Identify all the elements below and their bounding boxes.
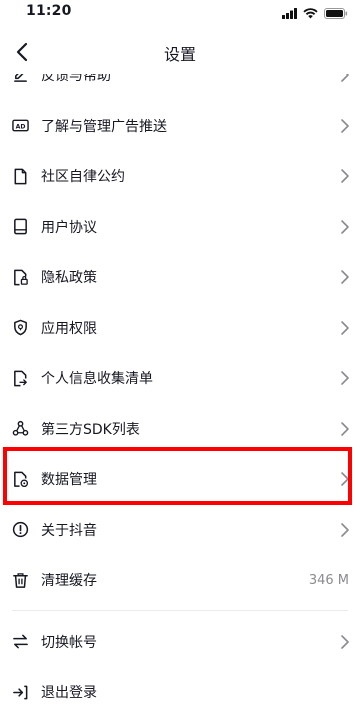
row-about-douyin[interactable]: 关于抖音	[0, 505, 360, 556]
row-clear-cache[interactable]: 清理缓存 346 M	[0, 555, 360, 606]
row-label: 切换帐号	[41, 634, 97, 651]
chevron-right-icon	[341, 219, 349, 234]
row-label: 第三方SDK列表	[41, 421, 140, 438]
settings-list[interactable]: 反馈与帮助 AD 了解与管理广告推送 社区自律公约 用户协议 隐私政策 应用权限…	[0, 74, 360, 720]
trash-icon	[11, 571, 29, 589]
row-label: 社区自律公约	[41, 169, 125, 186]
svg-text:AD: AD	[15, 124, 25, 131]
chevron-right-icon	[341, 421, 349, 436]
row-label: 隐私政策	[41, 270, 97, 287]
row-label: 清理缓存	[41, 573, 97, 590]
row-personal-info-list[interactable]: 个人信息收集清单	[0, 353, 360, 404]
document-export-icon	[11, 369, 29, 387]
shield-icon	[11, 319, 29, 337]
edit-pen-icon	[11, 74, 29, 84]
row-app-permissions[interactable]: 应用权限	[0, 303, 360, 354]
switch-arrows-icon	[11, 633, 29, 651]
row-user-agreement[interactable]: 用户协议	[0, 202, 360, 253]
info-circle-icon	[11, 521, 29, 539]
row-label: 用户协议	[41, 219, 97, 236]
document-lock-icon	[11, 268, 29, 286]
logout-icon	[11, 683, 29, 701]
status-icons	[282, 6, 348, 20]
row-logout[interactable]: 退出登录	[0, 667, 360, 718]
document-icon	[11, 167, 29, 185]
chevron-right-icon	[341, 74, 349, 83]
chevron-right-icon	[341, 634, 349, 649]
ad-icon: AD	[11, 117, 29, 135]
page-title: 设置	[163, 45, 196, 64]
row-label: 个人信息收集清单	[41, 371, 153, 388]
row-label: 退出登录	[41, 685, 97, 702]
row-data-management[interactable]: 数据管理	[0, 454, 360, 505]
section-divider	[12, 609, 348, 611]
row-ad-management[interactable]: AD 了解与管理广告推送	[0, 101, 360, 152]
chevron-right-icon	[341, 320, 349, 335]
chevron-right-icon	[341, 472, 349, 487]
book-icon	[11, 218, 29, 236]
nav-header: 设置	[0, 30, 360, 74]
row-label: 应用权限	[41, 320, 97, 337]
chevron-right-icon	[341, 169, 349, 184]
chevron-right-icon	[341, 270, 349, 285]
wifi-icon	[303, 4, 318, 23]
row-label: 了解与管理广告推送	[41, 118, 167, 135]
row-community-guidelines[interactable]: 社区自律公约	[0, 151, 360, 202]
share-nodes-icon	[11, 420, 29, 438]
row-third-party-sdk[interactable]: 第三方SDK列表	[0, 404, 360, 455]
row-feedback-help[interactable]: 反馈与帮助	[0, 74, 360, 101]
battery-icon	[324, 4, 348, 23]
data-settings-icon	[11, 470, 29, 488]
chevron-right-icon	[341, 522, 349, 537]
status-bar: 11:20	[0, 0, 360, 26]
signal-icon	[282, 4, 297, 23]
row-label: 数据管理	[41, 472, 97, 489]
cache-size-value: 346 M	[308, 572, 349, 588]
status-time: 11:20	[26, 3, 72, 19]
chevron-right-icon	[341, 118, 349, 133]
row-label: 反馈与帮助	[41, 74, 111, 85]
row-label: 关于抖音	[41, 522, 97, 539]
row-switch-account[interactable]: 切换帐号	[0, 617, 360, 668]
row-privacy-policy[interactable]: 隐私政策	[0, 252, 360, 303]
chevron-right-icon	[341, 371, 349, 386]
